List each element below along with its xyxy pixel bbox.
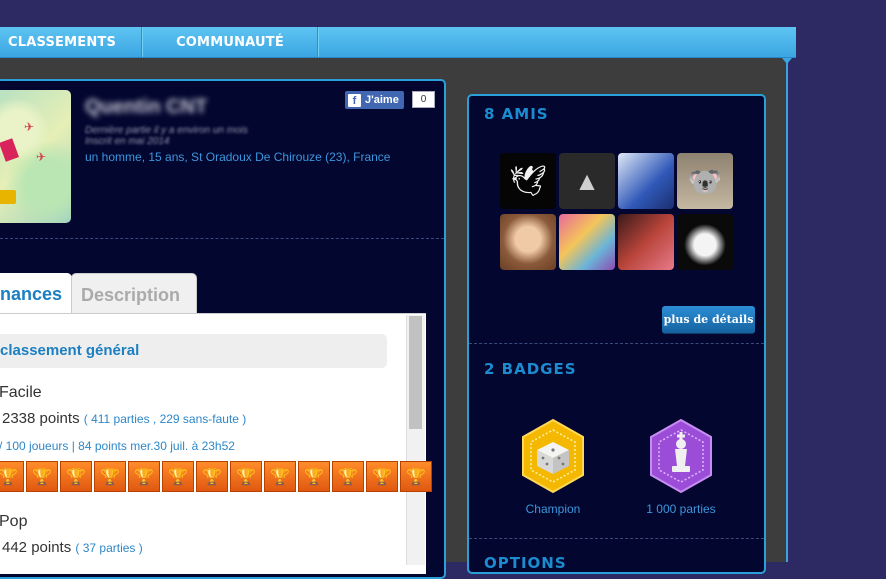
friend-avatar-6[interactable] bbox=[559, 214, 615, 270]
profile-location[interactable]: un homme, 15 ans, St Oradoux De Chirouze… bbox=[85, 150, 390, 164]
ranking-header[interactable]: classement général bbox=[0, 334, 387, 368]
trophy-icon: 🏆 bbox=[366, 461, 398, 492]
content-border bbox=[786, 58, 788, 562]
trophy-icon: 🏆 bbox=[26, 461, 58, 492]
options-title: OPTIONS bbox=[484, 554, 567, 572]
points-details: ( 411 parties , 229 sans-faute ) bbox=[83, 412, 247, 426]
facebook-like-count: 0 bbox=[412, 91, 435, 108]
more-details-button[interactable]: plus de détails bbox=[662, 306, 755, 334]
trophy-icon: 🏆 bbox=[332, 461, 364, 492]
facebook-like-button[interactable]: f J'aime bbox=[345, 91, 404, 109]
champion-badge[interactable] bbox=[519, 418, 587, 494]
friend-avatar-4[interactable]: 🐨 bbox=[677, 153, 733, 209]
facebook-like-label: J'aime bbox=[365, 94, 399, 106]
trophy-icon: 🏆 bbox=[162, 461, 194, 492]
mode-name-pop: Pop bbox=[0, 513, 28, 530]
scrollbar-thumb[interactable] bbox=[409, 316, 422, 429]
friend-avatar-7[interactable] bbox=[618, 214, 674, 270]
champion-badge-label: Champion bbox=[525, 502, 581, 516]
rank-line: / 100 joueurs | 84 points mer.30 juil. à… bbox=[0, 439, 235, 453]
trophy-icon: 🏆 bbox=[298, 461, 330, 492]
points-value: 2338 points bbox=[2, 410, 80, 427]
trophy-icon: 🏆 bbox=[60, 461, 92, 492]
tab-description[interactable]: Description bbox=[71, 273, 197, 315]
nav-communaute[interactable]: COMMUNAUTÉ bbox=[143, 27, 318, 57]
friend-avatar-3[interactable] bbox=[618, 153, 674, 209]
top-nav: CLASSEMENTS COMMUNAUTÉ bbox=[0, 27, 796, 58]
divider bbox=[0, 238, 444, 239]
badges-title: 2 BADGES bbox=[484, 360, 577, 378]
profile-last-played: Dernière partie il y a environ un mois bbox=[85, 125, 248, 136]
friend-avatar-1[interactable]: 🕊 bbox=[500, 153, 556, 209]
points-value: 442 points bbox=[2, 539, 72, 556]
mode-points-facile: 2338 points ( 411 parties , 229 sans-fau… bbox=[2, 410, 246, 427]
thousand-games-badge[interactable] bbox=[647, 418, 715, 494]
profile-avatar: ✈ ✈ bbox=[0, 90, 71, 223]
friends-title: 8 AMIS bbox=[484, 105, 549, 123]
trophy-icon: 🏆 bbox=[0, 461, 24, 492]
trophy-icon: 🏆 bbox=[264, 461, 296, 492]
thousand-games-badge-label: 1 000 parties bbox=[646, 502, 716, 516]
trophy-icon: 🏆 bbox=[400, 461, 432, 492]
friend-avatar-5[interactable] bbox=[500, 214, 556, 270]
trophy-icon: 🏆 bbox=[128, 461, 160, 492]
profile-username: Quentin CNT bbox=[85, 96, 208, 118]
trophy-row: 🏆 🏆 🏆 🏆 🏆 🏆 🏆 🏆 🏆 🏆 🏆 🏆 🏆 bbox=[0, 461, 434, 492]
mode-points-pop: 442 points ( 37 parties ) bbox=[2, 539, 143, 556]
mode-name-facile: Facile bbox=[0, 384, 42, 401]
nav-notch bbox=[782, 58, 792, 64]
trophy-icon: 🏆 bbox=[230, 461, 262, 492]
trophy-icon: 🏆 bbox=[196, 461, 228, 492]
trophy-icon: 🏆 bbox=[94, 461, 126, 492]
friend-avatar-8[interactable] bbox=[677, 214, 733, 270]
nav-classements[interactable]: CLASSEMENTS bbox=[0, 27, 142, 57]
facebook-icon: f bbox=[348, 93, 361, 107]
profile-joined: Inscrit en mai 2014 bbox=[85, 136, 170, 147]
tab-performances[interactable]: nances bbox=[0, 273, 72, 315]
points-details: ( 37 parties ) bbox=[75, 541, 143, 555]
divider bbox=[469, 538, 764, 539]
friend-avatar-2[interactable]: ▲ bbox=[559, 153, 615, 209]
divider bbox=[469, 343, 764, 344]
